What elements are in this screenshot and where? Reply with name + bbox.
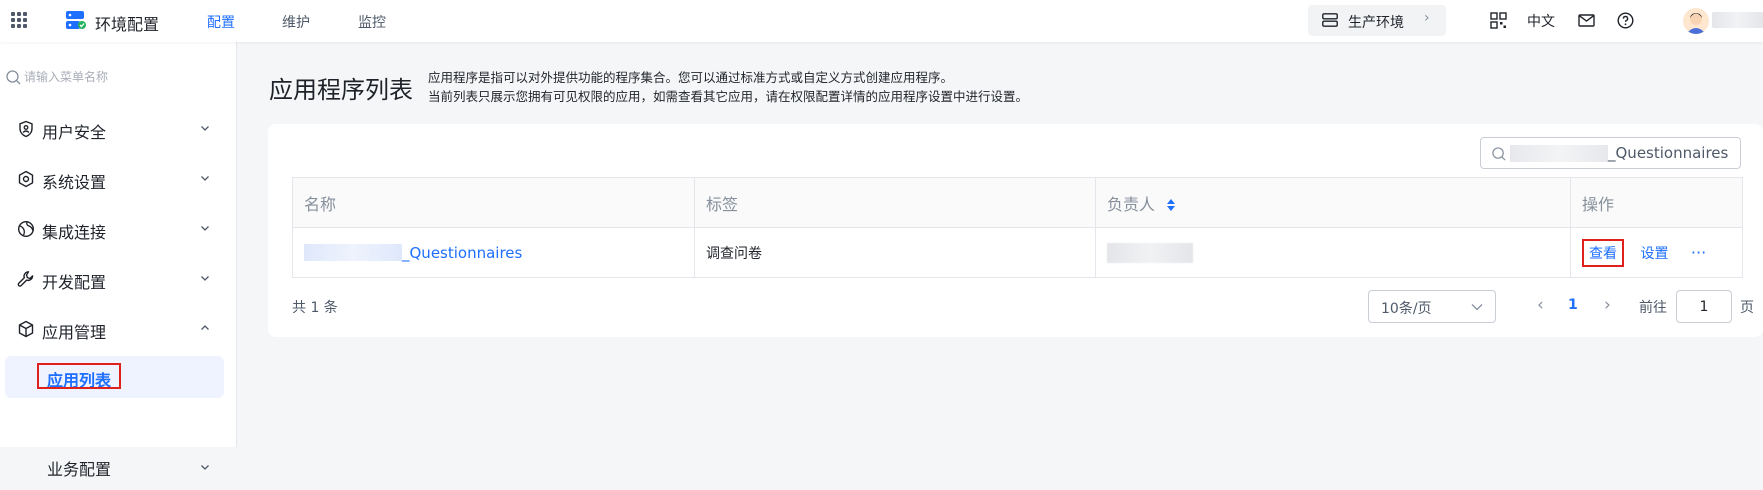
- app-grid-icon[interactable]: [11, 12, 27, 28]
- sort-icon[interactable]: [1166, 198, 1176, 212]
- user-name-redacted[interactable]: [1712, 12, 1763, 28]
- cube-icon: [18, 320, 34, 338]
- table-row: _Questionnaires 调查问卷 查看 设置 ···: [292, 227, 1743, 278]
- more-actions-button[interactable]: ···: [1691, 243, 1706, 262]
- sidebar: 用户安全 系统设置 集成连接 开发配置 应用管理 应用列表: [0, 42, 237, 479]
- menu-search-input[interactable]: [24, 66, 224, 88]
- globe-icon: [17, 220, 35, 238]
- chevron-down-icon: [201, 126, 209, 131]
- chevron-down-icon: [201, 226, 209, 231]
- chevron-down-icon: [201, 465, 209, 470]
- chevron-down-icon: [1471, 304, 1483, 311]
- search-icon: [1492, 147, 1506, 161]
- cell-name[interactable]: _Questionnaires: [292, 227, 695, 278]
- sidebar-item-label: 开发配置: [42, 273, 107, 292]
- page-size-select[interactable]: 10条/页: [1368, 290, 1496, 323]
- page-description-note: 当前列表只展示您拥有可见权限的应用，如需查看其它应用，请在权限配置详情的应用程序…: [428, 89, 1029, 104]
- view-button[interactable]: 查看: [1582, 238, 1624, 267]
- tab-monitor[interactable]: 监控: [358, 12, 386, 32]
- column-header-name: 名称: [292, 177, 695, 228]
- cell-tag: 调查问卷: [694, 227, 1096, 278]
- server-icon: [1322, 13, 1338, 27]
- app-search-input[interactable]: _Questionnaires: [1480, 137, 1741, 169]
- environment-selector[interactable]: 生产环境 ›: [1308, 5, 1446, 36]
- qr-code-icon[interactable]: [1490, 12, 1507, 29]
- tab-maintenance[interactable]: 维护: [282, 12, 310, 32]
- sidebar-item-user-security[interactable]: 用户安全: [0, 109, 236, 149]
- column-header-tag: 标签: [694, 177, 1096, 228]
- tab-config[interactable]: 配置: [207, 12, 235, 32]
- page-number-current[interactable]: 1: [1568, 297, 1578, 313]
- shield-icon: [19, 120, 33, 138]
- chevron-up-icon: [201, 325, 209, 330]
- help-icon[interactable]: [1617, 12, 1634, 29]
- app-title: 环境配置: [95, 15, 160, 34]
- column-header-owner[interactable]: 负责人: [1095, 177, 1571, 228]
- avatar[interactable]: [1683, 8, 1709, 34]
- cell-owner: [1095, 227, 1571, 278]
- sidebar-item-label: 业务配置: [47, 460, 112, 479]
- goto-label: 前往: [1639, 300, 1667, 316]
- page-unit-label: 页: [1740, 300, 1754, 316]
- page-size-value: 10条/页: [1381, 301, 1432, 317]
- sidebar-item-integration[interactable]: 集成连接: [0, 209, 236, 249]
- owner-redacted: [1107, 242, 1193, 263]
- page-description: 应用程序是指可以对外提供功能的程序集合。您可以通过标准方式或自定义方式创建应用程…: [428, 70, 954, 85]
- app-table: 名称 标签 负责人 操作 _Questionnaires 调查问卷 查看 设置 …: [292, 177, 1743, 278]
- sidebar-item-label: 集成连接: [42, 223, 107, 242]
- menu-search[interactable]: [6, 66, 226, 88]
- language-switch[interactable]: 中文: [1527, 11, 1555, 31]
- page-title: 应用程序列表: [269, 76, 413, 104]
- sidebar-item-label: 系统设置: [42, 173, 107, 192]
- settings-button[interactable]: 设置: [1640, 246, 1668, 262]
- search-icon: [6, 70, 21, 85]
- environment-config-icon: [66, 11, 86, 29]
- mail-icon[interactable]: [1578, 12, 1595, 29]
- column-header-actions: 操作: [1570, 177, 1743, 228]
- sidebar-item-label: 用户安全: [42, 123, 107, 142]
- total-count: 共 1 条: [292, 300, 338, 316]
- chevron-down-icon: [201, 176, 209, 181]
- chevron-down-icon: [201, 276, 209, 281]
- sidebar-item-label: 应用管理: [42, 323, 107, 342]
- sidebar-item-system-settings[interactable]: 系统设置: [0, 159, 236, 199]
- search-value: _Questionnaires: [1608, 144, 1729, 162]
- sidebar-item-app-management[interactable]: 应用管理: [0, 309, 236, 349]
- goto-page-input[interactable]: [1676, 290, 1732, 323]
- table-header-row: 名称 标签 负责人 操作: [292, 177, 1743, 228]
- top-bar: 环境配置 配置 维护 监控 生产环境 › 中文: [0, 0, 1763, 42]
- prev-page-button[interactable]: ‹: [1537, 295, 1544, 315]
- app-name-redacted: [304, 244, 402, 261]
- column-header-owner-label: 负责人: [1107, 194, 1156, 214]
- next-page-button[interactable]: ›: [1604, 295, 1611, 315]
- chevron-right-icon: ›: [1424, 10, 1430, 26]
- sidebar-item-dev-config[interactable]: 开发配置: [0, 259, 236, 299]
- gear-icon: [18, 170, 34, 188]
- app-name-link[interactable]: _Questionnaires: [402, 244, 522, 262]
- highlight-box: [37, 363, 121, 389]
- cell-actions: 查看 设置 ···: [1570, 227, 1743, 278]
- search-value-redacted: [1510, 145, 1608, 162]
- environment-label: 生产环境: [1348, 15, 1404, 31]
- sidebar-item-business-config[interactable]: 业务配置: [5, 448, 224, 490]
- wrench-icon: [17, 271, 34, 287]
